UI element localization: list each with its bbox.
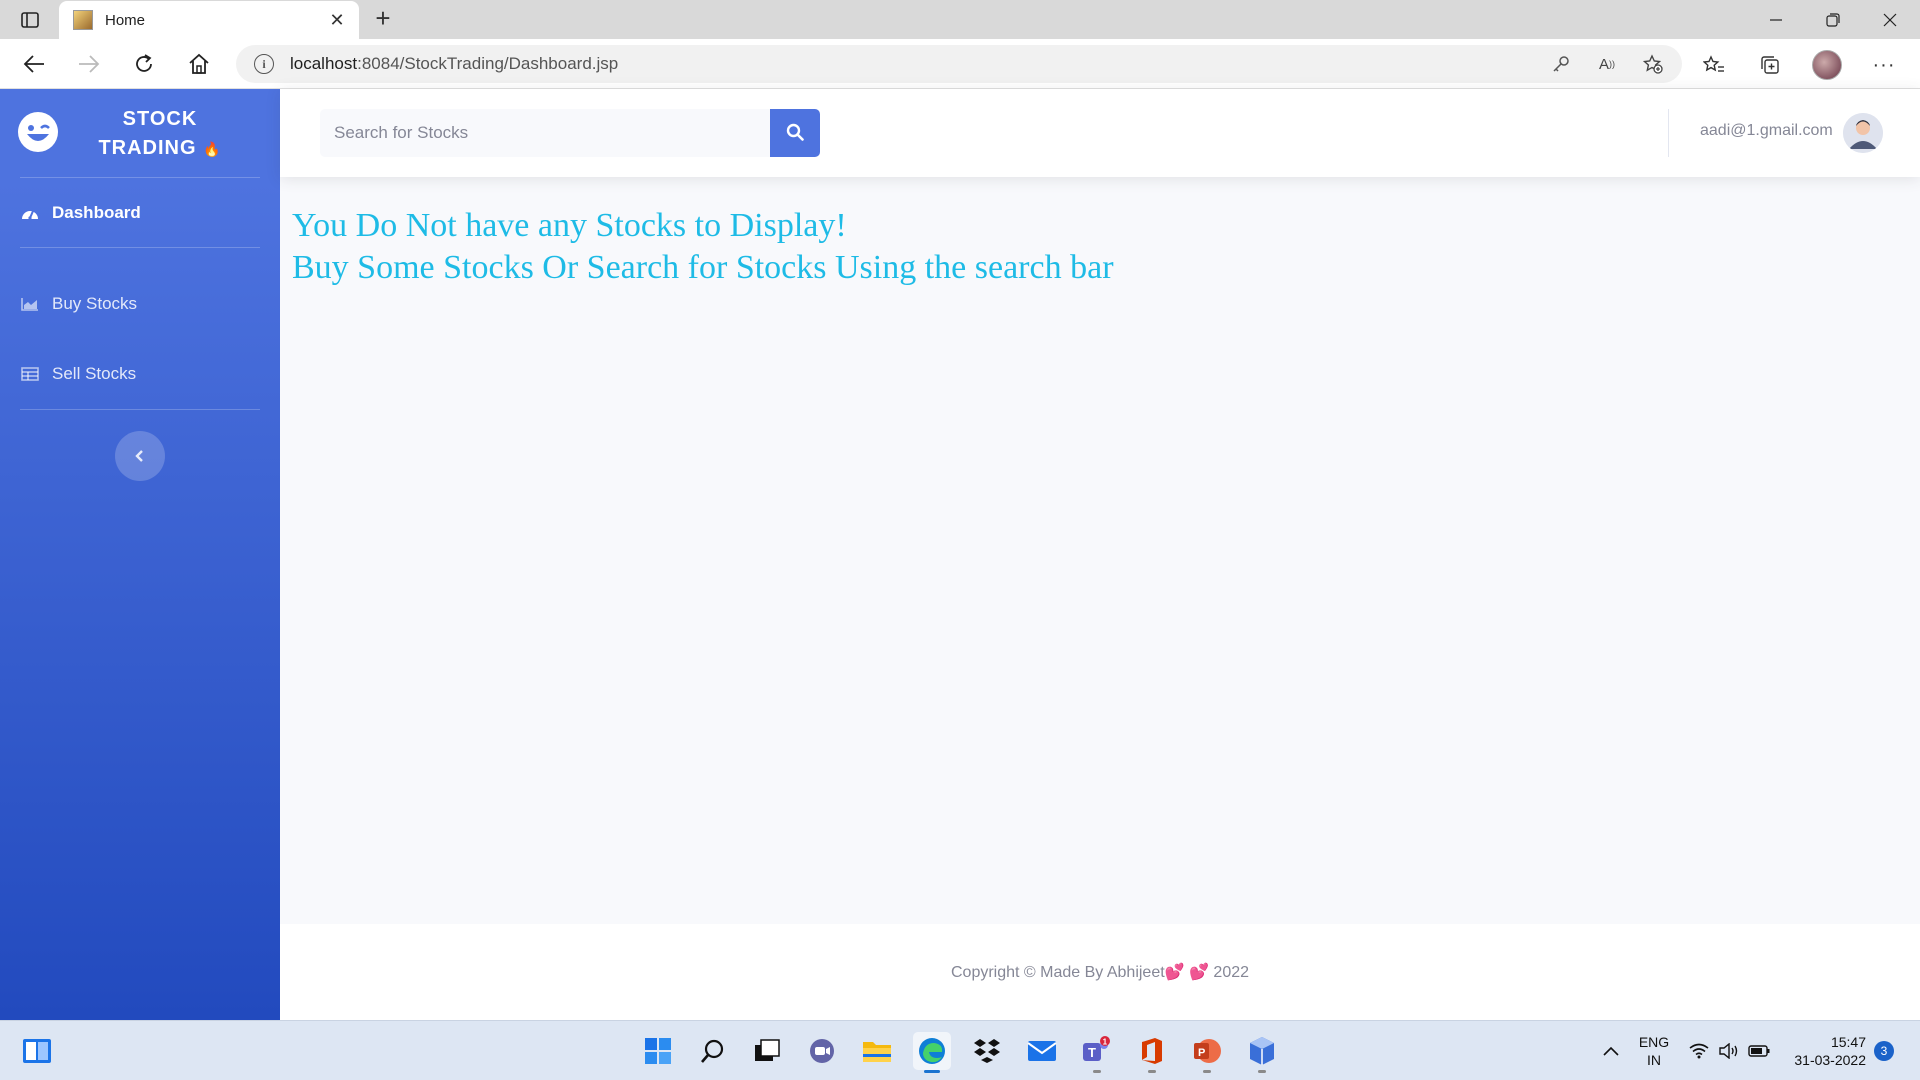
address-bar[interactable]: i localhost:8084/StockTrading/Dashboard.… xyxy=(236,45,1682,83)
sidebar-item-label: Dashboard xyxy=(52,203,141,222)
copyright-year: 2022 xyxy=(1213,964,1250,981)
copyright-prefix: Copyright © Made By Abhijeet xyxy=(950,964,1165,981)
dropbox-icon[interactable] xyxy=(968,1032,1006,1070)
brand-line-1: STOCK xyxy=(122,108,198,130)
wifi-icon[interactable] xyxy=(1688,1040,1710,1062)
notification-badge[interactable]: 3 xyxy=(1874,1041,1894,1061)
laugh-wink-icon xyxy=(18,112,58,152)
sidebar: STOCK TRADING 🔥 Dashboard Buy Stocks Sel… xyxy=(0,89,280,1020)
content-wrapper: aadi@1.gmail.com You Do Not have any Sto… xyxy=(280,89,1920,1020)
home-icon[interactable] xyxy=(183,48,215,80)
search-button[interactable] xyxy=(770,109,820,157)
brand[interactable]: STOCK TRADING 🔥 xyxy=(0,89,280,177)
sidebar-item-buy-stocks[interactable]: Buy Stocks xyxy=(20,289,260,319)
sidebar-toggle-button[interactable] xyxy=(115,431,165,481)
sidebar-item-label: Buy Stocks xyxy=(52,294,138,313)
powerpoint-icon[interactable]: P xyxy=(1188,1032,1226,1073)
back-icon[interactable] xyxy=(18,48,50,80)
search-icon[interactable] xyxy=(694,1032,732,1070)
brand-title: STOCK TRADING 🔥 xyxy=(80,105,240,164)
chevron-up-icon[interactable] xyxy=(1600,1040,1622,1062)
table-icon xyxy=(20,367,40,381)
empty-message-line-2: Buy Some Stocks Or Search for Stocks Usi… xyxy=(292,249,1114,286)
mail-icon[interactable] xyxy=(1023,1032,1061,1070)
new-tab-icon[interactable]: + xyxy=(368,4,398,34)
clock-date: 31-03-2022 xyxy=(1794,1052,1866,1068)
svg-text:T: T xyxy=(1088,1045,1096,1060)
chevron-left-icon xyxy=(135,446,145,467)
url-path: :8084/StockTrading/Dashboard.jsp xyxy=(357,54,619,73)
app-icon[interactable] xyxy=(1243,1032,1281,1073)
window-close-icon[interactable] xyxy=(1860,0,1920,39)
chat-icon[interactable] xyxy=(803,1032,841,1070)
sidebar-item-dashboard[interactable]: Dashboard xyxy=(20,198,260,228)
read-aloud-icon[interactable]: A)) xyxy=(1597,54,1617,74)
copyright-text: Copyright © Made By Abhijeet💕 💕 2022 xyxy=(951,962,1249,982)
search-icon xyxy=(786,123,804,144)
browser-tab[interactable]: Home ✕ xyxy=(59,1,359,39)
stock-search-form xyxy=(320,109,820,157)
volume-icon[interactable] xyxy=(1718,1040,1740,1062)
active-indicator xyxy=(924,1070,940,1073)
add-favorite-icon[interactable] xyxy=(1643,54,1663,74)
taskbar: T1 P ENG IN 15:47 31-03-2022 3 xyxy=(0,1020,1920,1080)
tachometer-icon xyxy=(20,205,40,221)
chart-area-icon xyxy=(20,297,40,311)
topbar-divider xyxy=(1668,109,1669,157)
topbar: aadi@1.gmail.com xyxy=(280,89,1920,177)
user-avatar[interactable] xyxy=(1843,113,1883,153)
language-line-1: ENG xyxy=(1638,1034,1670,1050)
search-input[interactable] xyxy=(320,109,770,157)
footer: Copyright © Made By Abhijeet💕 💕 2022 xyxy=(280,924,1920,1020)
url-text: localhost:8084/StockTrading/Dashboard.js… xyxy=(290,54,618,74)
more-icon[interactable]: ··· xyxy=(1870,51,1898,79)
edge-icon[interactable] xyxy=(913,1032,951,1073)
brand-line-2: TRADING xyxy=(98,137,197,159)
refresh-icon[interactable] xyxy=(128,48,160,80)
running-indicator xyxy=(1203,1070,1211,1073)
teams-icon[interactable]: T1 xyxy=(1078,1032,1116,1073)
widgets-icon[interactable] xyxy=(18,1032,56,1070)
key-icon[interactable] xyxy=(1551,54,1571,74)
running-indicator xyxy=(1258,1070,1266,1073)
minimize-icon[interactable] xyxy=(1746,0,1806,39)
teams-badge: 1 xyxy=(1103,1038,1108,1047)
language-line-2: IN xyxy=(1647,1052,1661,1068)
running-indicator xyxy=(1093,1070,1101,1073)
running-indicator xyxy=(1148,1070,1156,1073)
language-indicator[interactable]: ENG IN xyxy=(1636,1033,1672,1069)
close-icon[interactable]: ✕ xyxy=(327,10,347,31)
hearts-icon: 💕 💕 xyxy=(1164,964,1209,981)
favicon xyxy=(73,10,93,30)
sidebar-divider xyxy=(20,409,260,410)
sidebar-item-sell-stocks[interactable]: Sell Stocks xyxy=(20,359,260,389)
sidebar-divider xyxy=(20,177,260,178)
collections-icon[interactable] xyxy=(1756,51,1784,79)
tab-title: Home xyxy=(105,11,146,29)
info-icon[interactable]: i xyxy=(254,54,274,74)
empty-stocks-message: You Do Not have any Stocks to Display! B… xyxy=(292,205,1114,289)
url-host: localhost xyxy=(290,54,358,73)
browser-tabstrip: Home ✕ + xyxy=(0,0,1920,39)
fire-icon: 🔥 xyxy=(203,141,222,157)
forward-icon xyxy=(73,48,105,80)
svg-text:P: P xyxy=(1198,1047,1205,1059)
clock[interactable]: 15:47 31-03-2022 xyxy=(1782,1033,1866,1069)
task-view-icon[interactable] xyxy=(748,1032,786,1070)
start-icon[interactable] xyxy=(639,1032,677,1070)
battery-icon[interactable] xyxy=(1748,1040,1770,1062)
favorites-icon[interactable] xyxy=(1700,51,1728,79)
empty-message-line-1: You Do Not have any Stocks to Display! xyxy=(292,207,847,244)
user-email[interactable]: aadi@1.gmail.com xyxy=(1700,122,1833,140)
tab-actions-icon[interactable] xyxy=(18,8,42,32)
restore-icon[interactable] xyxy=(1803,0,1863,39)
profile-avatar[interactable] xyxy=(1812,50,1842,80)
sidebar-item-label: Sell Stocks xyxy=(52,364,137,383)
sidebar-divider xyxy=(20,247,260,248)
clock-time: 15:47 xyxy=(1830,1034,1866,1050)
file-explorer-icon[interactable] xyxy=(858,1032,896,1070)
browser-toolbar: i localhost:8084/StockTrading/Dashboard.… xyxy=(0,39,1920,89)
office-icon[interactable] xyxy=(1133,1032,1171,1073)
